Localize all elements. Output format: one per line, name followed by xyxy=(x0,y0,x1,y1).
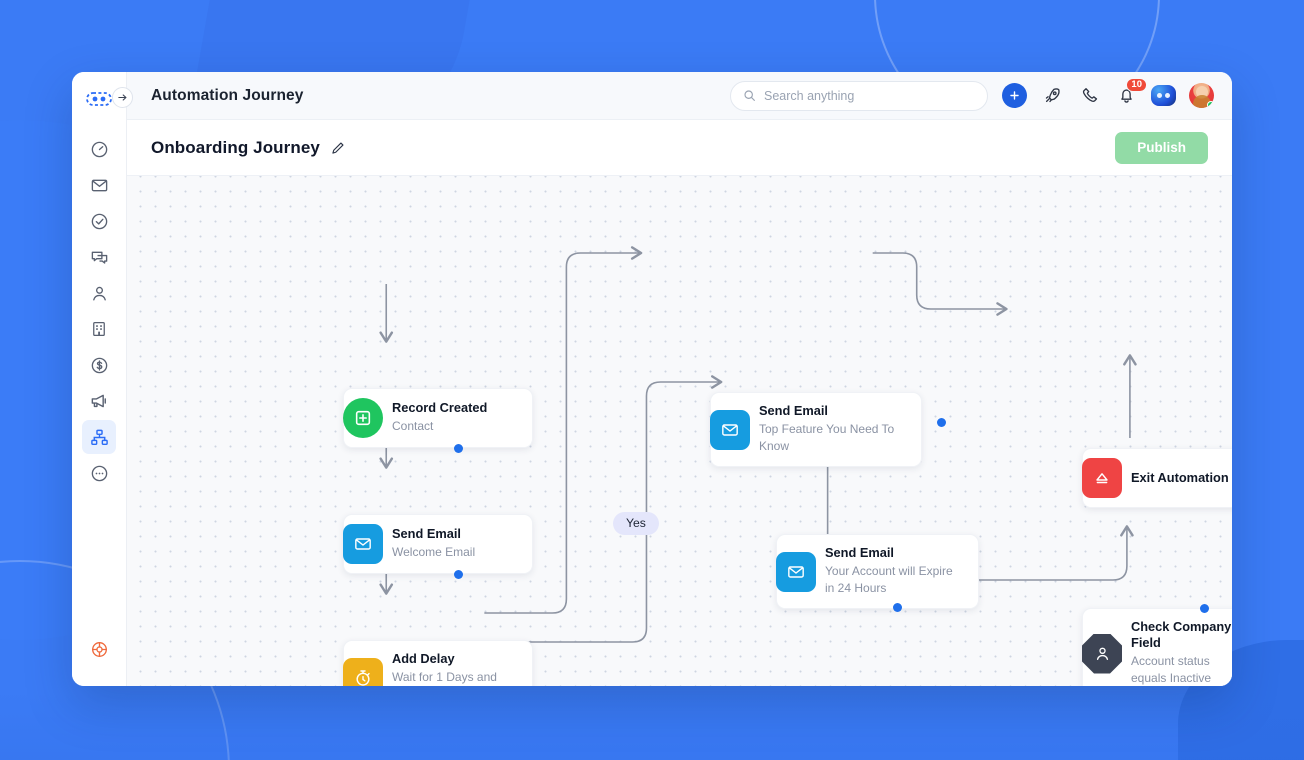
bot-eye-right-icon xyxy=(1165,93,1170,98)
plus-square-glyph xyxy=(355,410,371,426)
app-window: Automation Journey Search anything 10 On… xyxy=(72,72,1232,686)
call-button[interactable] xyxy=(1077,84,1101,108)
node-subtitle: Top Feature You Need To Know xyxy=(759,421,895,454)
chat-bubbles-icon xyxy=(91,251,107,264)
online-status-dot xyxy=(1207,101,1214,108)
app-logo[interactable] xyxy=(82,84,116,114)
phone-icon xyxy=(1082,88,1097,102)
sidebar-item-dashboard[interactable] xyxy=(82,132,116,166)
envelope-glyph xyxy=(355,538,371,550)
person-icon xyxy=(1082,633,1122,674)
search-input[interactable] xyxy=(764,88,975,103)
sidebar-item-contacts[interactable] xyxy=(82,276,116,310)
arrow-right-collapse-icon xyxy=(118,94,127,101)
node-output-port[interactable] xyxy=(454,570,463,579)
speedometer-icon xyxy=(91,141,107,157)
envelope-icon xyxy=(91,179,107,191)
node-output-port[interactable] xyxy=(1200,604,1209,613)
plus-square-icon xyxy=(343,398,383,438)
sidebar-item-tasks[interactable] xyxy=(82,204,116,238)
edge-top-feature-to-exit xyxy=(872,252,1008,316)
eject-glyph xyxy=(1096,473,1108,484)
node-subtitle: Account status equals Inactive xyxy=(1131,653,1212,685)
node-output-port[interactable] xyxy=(893,603,902,612)
add-button[interactable] xyxy=(1002,83,1027,108)
sidebar-collapse-button[interactable] xyxy=(112,87,133,108)
check-circle-icon xyxy=(91,213,107,229)
notifications-button[interactable]: 10 xyxy=(1114,77,1147,108)
node-title: Send Email xyxy=(392,525,461,541)
megaphone-icon xyxy=(91,394,106,408)
sidebar-item-deals[interactable] xyxy=(82,348,116,382)
search-icon xyxy=(744,90,755,101)
envelope-icon xyxy=(710,409,750,450)
page-title: Onboarding Journey xyxy=(151,137,320,157)
node-subtitle: Welcome Email xyxy=(392,544,476,559)
flow-node-record-created[interactable]: Record Created Contact xyxy=(343,388,533,453)
sitemap-icon xyxy=(90,429,108,445)
node-title: Record Created xyxy=(392,399,488,415)
node-subtitle: Contact xyxy=(392,418,434,433)
flow-node-send-email-top-feature[interactable]: Send Email Top Feature You Need To Know xyxy=(710,392,946,468)
link-chain-icon xyxy=(86,92,112,106)
envelope-glyph xyxy=(788,565,804,578)
dollar-circle-icon xyxy=(91,357,107,373)
assistant-button[interactable] xyxy=(1151,85,1176,106)
flow-node-send-email-welcome[interactable]: Send Email Welcome Email xyxy=(343,514,533,579)
sidebar-item-mail[interactable] xyxy=(82,168,116,202)
settings-wheel-icon xyxy=(91,641,107,657)
flow-node-send-email-expire[interactable]: Send Email Your Account will Expire in 2… xyxy=(776,534,979,612)
node-title: Send Email xyxy=(759,403,828,418)
flow-canvas[interactable]: Record Created Contact Send Email Welcom… xyxy=(127,176,1232,686)
more-circle-icon xyxy=(91,465,107,481)
stopwatch-glyph xyxy=(356,669,370,686)
stopwatch-icon xyxy=(343,657,383,686)
building-icon xyxy=(93,321,105,337)
profile-avatar[interactable] xyxy=(1189,83,1214,108)
bot-eye-left-icon xyxy=(1157,93,1162,98)
envelope-icon xyxy=(776,551,816,592)
node-output-port[interactable] xyxy=(454,444,463,453)
sidebar-item-companies[interactable] xyxy=(82,312,116,346)
envelope-glyph xyxy=(722,423,738,436)
node-subtitle: Wait for 1 Days and resume xyxy=(392,669,497,684)
sidebar-item-more[interactable] xyxy=(82,456,131,490)
flow-node-exit-automation[interactable]: Exit Automation xyxy=(1082,448,1232,508)
rocket-icon xyxy=(1045,88,1060,103)
node-title: Check Company Field xyxy=(1131,619,1232,650)
sidebar-item-settings[interactable] xyxy=(82,632,116,666)
rocket-button[interactable] xyxy=(1040,84,1064,108)
node-title: Add Delay xyxy=(392,651,455,666)
flow-node-add-delay-1[interactable]: Add Delay Wait for 1 Days and resume xyxy=(343,640,533,686)
app-title: Automation Journey xyxy=(151,86,304,104)
sidebar-item-chat[interactable] xyxy=(82,240,131,274)
top-bar: Automation Journey Search anything 10 xyxy=(127,72,1232,120)
search-box[interactable] xyxy=(730,80,988,111)
node-subtitle: Your Account will Expire in 24 Hours xyxy=(825,563,953,596)
sidebar xyxy=(72,72,133,686)
page-header: Onboarding Journey Publish xyxy=(127,120,1232,176)
branch-label-yes: Yes xyxy=(613,512,659,535)
plus-icon xyxy=(1010,91,1019,100)
rename-journey-button[interactable] xyxy=(330,140,346,156)
publish-button[interactable]: Publish xyxy=(1115,131,1208,164)
background-band-bottom xyxy=(0,690,1304,760)
sidebar-item-campaigns[interactable] xyxy=(82,384,116,418)
envelope-icon xyxy=(343,524,383,564)
topbar-actions: 10 xyxy=(1002,77,1214,108)
eject-triangle-icon xyxy=(1082,458,1122,498)
flow-connectors xyxy=(379,246,1137,643)
node-output-port[interactable] xyxy=(937,418,946,427)
pencil-icon xyxy=(332,142,344,154)
main-area: Automation Journey Search anything 10 On… xyxy=(127,72,1232,686)
flow-node-check-company-field-inactive[interactable]: Check Company Field Account status equal… xyxy=(1082,604,1232,686)
node-title: Exit Automation xyxy=(1131,469,1229,485)
node-title: Send Email xyxy=(825,545,894,560)
notifications-badge: 10 xyxy=(1126,77,1147,92)
sidebar-item-automation[interactable] xyxy=(82,420,116,454)
person-glyph xyxy=(1096,647,1108,661)
person-icon xyxy=(92,286,106,301)
